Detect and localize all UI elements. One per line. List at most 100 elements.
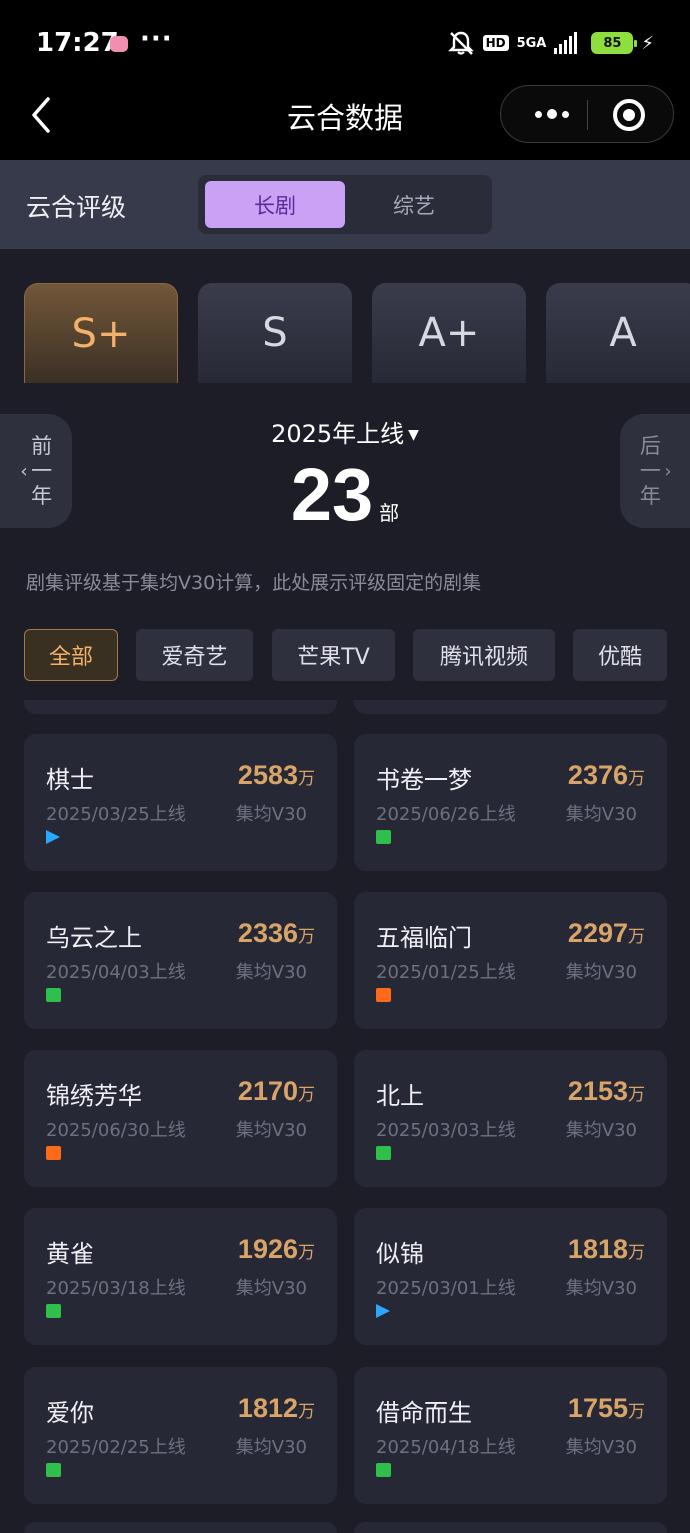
v30-number: 2297 [567,918,628,948]
toggle-variety[interactable]: 综艺 [344,181,484,228]
show-card[interactable]: 锦绣芳华 2025/06/30上线 2170万 集均V30 [24,1050,337,1187]
show-card[interactable]: 棋士 2025/03/25上线 2583万集均V30 [24,734,337,871]
v30-value: 2153万 [568,1076,645,1107]
v30-unit: 万 [628,1402,645,1422]
capsule-divider [587,100,588,130]
hd-voice-icon: HD [482,35,509,51]
section-header: 云合评级 长剧 综艺 [0,160,690,249]
toggle-drama[interactable]: 长剧 [205,181,345,228]
v30-number: 1926 [237,1234,298,1264]
iqiyi-icon [376,830,391,844]
v30-number: 2153 [567,1076,628,1106]
show-title: 乌云之上 [46,924,142,952]
show-card[interactable]: 借命而生 2025/04/18上线 1755万集均V30 [354,1367,667,1504]
v30-number: 1755 [567,1393,628,1423]
iqiyi-icon [46,1304,61,1318]
next-year-char: 一 [639,458,661,483]
next-year-button[interactable]: 后 一 年 › [620,414,690,528]
show-title: 锦绣芳华 [46,1082,142,1110]
release-date: 2025/03/01上线 [376,1278,516,1299]
status-indicators: HD 5GA 85 ⚡ [447,30,654,56]
metric-label: 集均V30 [235,804,307,825]
rating-note: 剧集评级基于集均V30计算，此处展示评级固定的剧集 [26,572,482,594]
v30-value: 1818万 [568,1234,645,1265]
release-date: 2025/04/18上线 [376,1437,516,1458]
close-miniprogram-icon[interactable] [613,99,645,131]
metric-label: 集均V30 [565,962,637,983]
show-title: 借命而生 [376,1399,472,1427]
more-notifications-icon: ··· [140,24,173,54]
iqiyi-icon [46,1463,61,1477]
release-date: 2025/06/26上线 [376,804,516,825]
platform-filter-iqiyi[interactable]: 爱奇艺 [136,629,253,681]
miniprogram-capsule [500,85,674,143]
year-dropdown[interactable]: 2025年上线 ▼ [0,414,690,449]
tencent-video-icon [46,830,60,844]
release-date: 2025/03/25上线 [46,804,186,825]
v30-value: 2170万 [238,1076,315,1107]
metric-label: 集均V30 [235,1120,307,1141]
show-title: 五福临门 [376,924,472,952]
v30-value: 1755万 [568,1393,645,1424]
show-card[interactable]: 书卷一梦 2025/06/26上线 2376万集均V30 [354,734,667,871]
platform-filter-tencent[interactable]: 腾讯视频 [413,629,555,681]
show-count: 23 部 [0,452,690,537]
metric-label: 集均V30 [565,804,637,825]
v30-value: 2297万 [568,918,645,949]
charging-icon: ⚡ [641,32,654,54]
content-type-toggle: 长剧 综艺 [198,175,492,234]
metric-label: 集均V30 [565,1437,637,1458]
count-number: 23 [290,453,374,536]
caret-down-icon: ▼ [408,427,419,443]
v30-number: 1812 [237,1393,298,1423]
show-card[interactable]: 似锦 2025/03/01上线 1818万集均V30 [354,1208,667,1345]
show-card[interactable]: 爱你 2025/02/25上线 1812万 集均V30 [24,1367,337,1504]
platform-filter-all[interactable]: 全部 [24,629,118,681]
grade-tab-a[interactable]: A [546,283,690,383]
show-title: 似锦 [376,1240,424,1268]
year-label: 2025年上线 [271,420,405,448]
mute-bell-icon [447,31,474,55]
signal-strength-icon [554,32,578,54]
v30-value: 1926万 [238,1234,315,1265]
show-card[interactable]: 五福临门 2025/01/25上线 2297万 集均V30 [354,892,667,1029]
v30-number: 1818 [567,1234,628,1264]
v30-number: 2170 [237,1076,298,1106]
v30-value: 2583万 [238,760,315,791]
v30-unit: 万 [298,927,315,947]
v30-unit: 万 [628,927,645,947]
v30-unit: 万 [628,769,645,789]
notification-app-icon [110,36,128,52]
v30-number: 2336 [237,918,298,948]
platform-filter-mgtv[interactable]: 芒果TV [272,629,395,681]
metric-label: 集均V30 [235,962,307,983]
show-title: 书卷一梦 [376,766,472,794]
show-title: 北上 [376,1082,424,1110]
v30-value: 2336万 [238,918,315,949]
iqiyi-icon [376,1146,391,1160]
grade-tab-a-plus[interactable]: A+ [372,283,526,383]
section-title: 云合评级 [26,193,127,222]
card-partial [354,700,667,714]
more-options-icon[interactable] [519,86,585,142]
show-card[interactable]: 北上 2025/03/03上线 2153万 集均V30 [354,1050,667,1187]
v30-unit: 万 [298,1085,315,1105]
metric-label: 集均V30 [235,1278,307,1299]
card-partial [24,700,337,714]
iqiyi-icon [376,1463,391,1477]
status-time: 17:27 [36,28,119,58]
metric-label: 集均V30 [565,1278,637,1299]
next-year-char: 后 [639,433,661,458]
release-date: 2025/04/03上线 [46,962,186,983]
v30-value: 2376万 [568,760,645,791]
grade-tab-s[interactable]: S [198,283,352,383]
grade-tab-s-plus[interactable]: S+ [24,283,178,383]
show-card[interactable]: 乌云之上 2025/04/03上线 2336万集均V30 [24,892,337,1029]
show-title: 棋士 [46,766,94,794]
battery-icon: 85 [591,32,638,54]
mgtv-icon [46,1146,61,1160]
platform-filter-youku[interactable]: 优酷 [573,629,667,681]
show-card[interactable]: 黄雀 2025/03/18上线 1926万 集均V30 [24,1208,337,1345]
v30-number: 2376 [567,760,628,790]
release-date: 2025/03/18上线 [46,1278,186,1299]
